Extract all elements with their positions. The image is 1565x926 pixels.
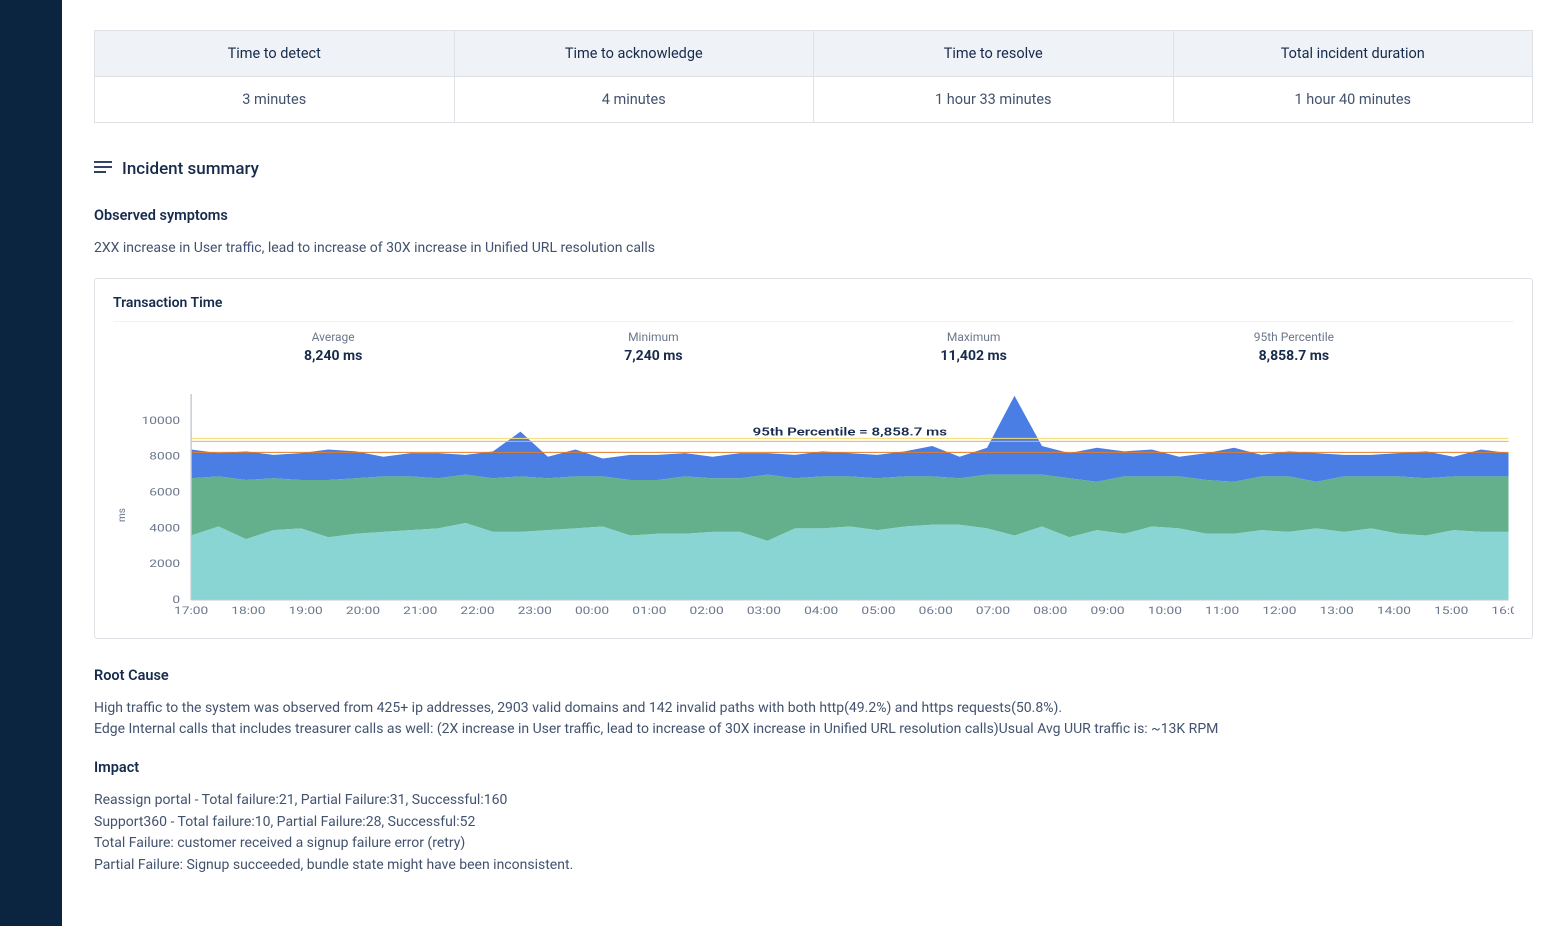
svg-text:6000: 6000 <box>149 486 180 498</box>
impact-line-2: Support360 - Total failure:10, Partial F… <box>94 812 1533 834</box>
svg-text:4000: 4000 <box>149 522 180 534</box>
td-time-to-detect: 3 minutes <box>95 77 455 123</box>
impact-line-4: Partial Failure: Signup succeeded, bundl… <box>94 855 1533 877</box>
svg-text:10:00: 10:00 <box>1148 605 1182 617</box>
svg-text:19:00: 19:00 <box>289 605 323 617</box>
svg-text:01:00: 01:00 <box>632 605 666 617</box>
svg-text:2000: 2000 <box>149 558 180 570</box>
stat-minimum-value: 7,240 ms <box>493 348 813 364</box>
impact-text: Reassign portal - Total failure:21, Part… <box>94 790 1533 877</box>
chart-title: Transaction Time <box>113 291 1514 322</box>
svg-text:23:00: 23:00 <box>518 605 552 617</box>
table-row: 3 minutes 4 minutes 1 hour 33 minutes 1 … <box>95 77 1533 123</box>
impact-line-3: Total Failure: customer received a signu… <box>94 833 1533 855</box>
svg-text:16:00: 16:00 <box>1491 605 1514 617</box>
root-cause-line-2: Edge Internal calls that includes treasu… <box>94 719 1533 741</box>
td-total-duration: 1 hour 40 minutes <box>1173 77 1533 123</box>
th-total-duration: Total incident duration <box>1173 31 1533 77</box>
td-time-to-resolve: 1 hour 33 minutes <box>814 77 1174 123</box>
chart-plot-area: 0 2000 4000 6000 8000 10000 95th Percentile = … <box>128 390 1514 620</box>
svg-text:09:00: 09:00 <box>1090 605 1124 617</box>
td-time-to-acknowledge: 4 minutes <box>454 77 814 123</box>
svg-text:05:00: 05:00 <box>861 605 895 617</box>
svg-text:20:00: 20:00 <box>346 605 380 617</box>
svg-text:04:00: 04:00 <box>804 605 838 617</box>
y-axis-label: ms <box>113 390 128 620</box>
th-time-to-acknowledge: Time to acknowledge <box>454 31 814 77</box>
svg-text:18:00: 18:00 <box>231 605 265 617</box>
svg-text:8000: 8000 <box>149 450 180 462</box>
stat-maximum-label: Maximum <box>814 330 1134 344</box>
incident-summary-heading: Incident summary <box>94 159 1533 179</box>
root-cause-line-1: High traffic to the system was observed … <box>94 698 1533 720</box>
impact-heading: Impact <box>94 759 1533 776</box>
main-content: Time to detect Time to acknowledge Time … <box>62 0 1565 926</box>
stat-average-value: 8,240 ms <box>173 348 493 364</box>
observed-symptoms-heading: Observed symptoms <box>94 207 1533 224</box>
transaction-time-chart: Transaction Time Average 8,240 ms Minimu… <box>94 278 1533 639</box>
stat-maximum: Maximum 11,402 ms <box>814 330 1134 364</box>
stat-average: Average 8,240 ms <box>173 330 493 364</box>
chart-stats-row: Average 8,240 ms Minimum 7,240 ms Maximu… <box>113 330 1514 364</box>
th-time-to-detect: Time to detect <box>95 31 455 77</box>
stat-p95-value: 8,858.7 ms <box>1134 348 1454 364</box>
svg-text:17:00: 17:00 <box>174 605 208 617</box>
svg-text:00:00: 00:00 <box>575 605 609 617</box>
sidebar-nav <box>0 0 62 926</box>
svg-text:0: 0 <box>172 594 180 606</box>
svg-text:95th Percentile = 8,858.7 ms: 95th Percentile = 8,858.7 ms <box>753 426 948 438</box>
stat-minimum-label: Minimum <box>493 330 813 344</box>
svg-text:15:00: 15:00 <box>1434 605 1468 617</box>
impact-line-1: Reassign portal - Total failure:21, Part… <box>94 790 1533 812</box>
stat-minimum: Minimum 7,240 ms <box>493 330 813 364</box>
svg-text:10000: 10000 <box>142 414 181 426</box>
svg-text:11:00: 11:00 <box>1205 605 1239 617</box>
root-cause-heading: Root Cause <box>94 667 1533 684</box>
stat-maximum-value: 11,402 ms <box>814 348 1134 364</box>
observed-symptoms-text: 2XX increase in User traffic, lead to in… <box>94 238 1533 260</box>
root-cause-text: High traffic to the system was observed … <box>94 698 1533 741</box>
svg-text:08:00: 08:00 <box>1033 605 1067 617</box>
svg-text:13:00: 13:00 <box>1320 605 1354 617</box>
th-time-to-resolve: Time to resolve <box>814 31 1174 77</box>
svg-text:07:00: 07:00 <box>976 605 1010 617</box>
svg-text:22:00: 22:00 <box>460 605 494 617</box>
table-header-row: Time to detect Time to acknowledge Time … <box>95 31 1533 77</box>
svg-text:02:00: 02:00 <box>690 605 724 617</box>
svg-text:12:00: 12:00 <box>1262 605 1296 617</box>
svg-text:21:00: 21:00 <box>403 605 437 617</box>
stat-average-label: Average <box>173 330 493 344</box>
section-title: Incident summary <box>122 159 259 179</box>
svg-text:14:00: 14:00 <box>1377 605 1411 617</box>
list-icon <box>94 159 112 179</box>
stat-p95-label: 95th Percentile <box>1134 330 1454 344</box>
stat-p95: 95th Percentile 8,858.7 ms <box>1134 330 1454 364</box>
incident-timing-table: Time to detect Time to acknowledge Time … <box>94 30 1533 123</box>
svg-text:03:00: 03:00 <box>747 605 781 617</box>
svg-text:06:00: 06:00 <box>919 605 953 617</box>
